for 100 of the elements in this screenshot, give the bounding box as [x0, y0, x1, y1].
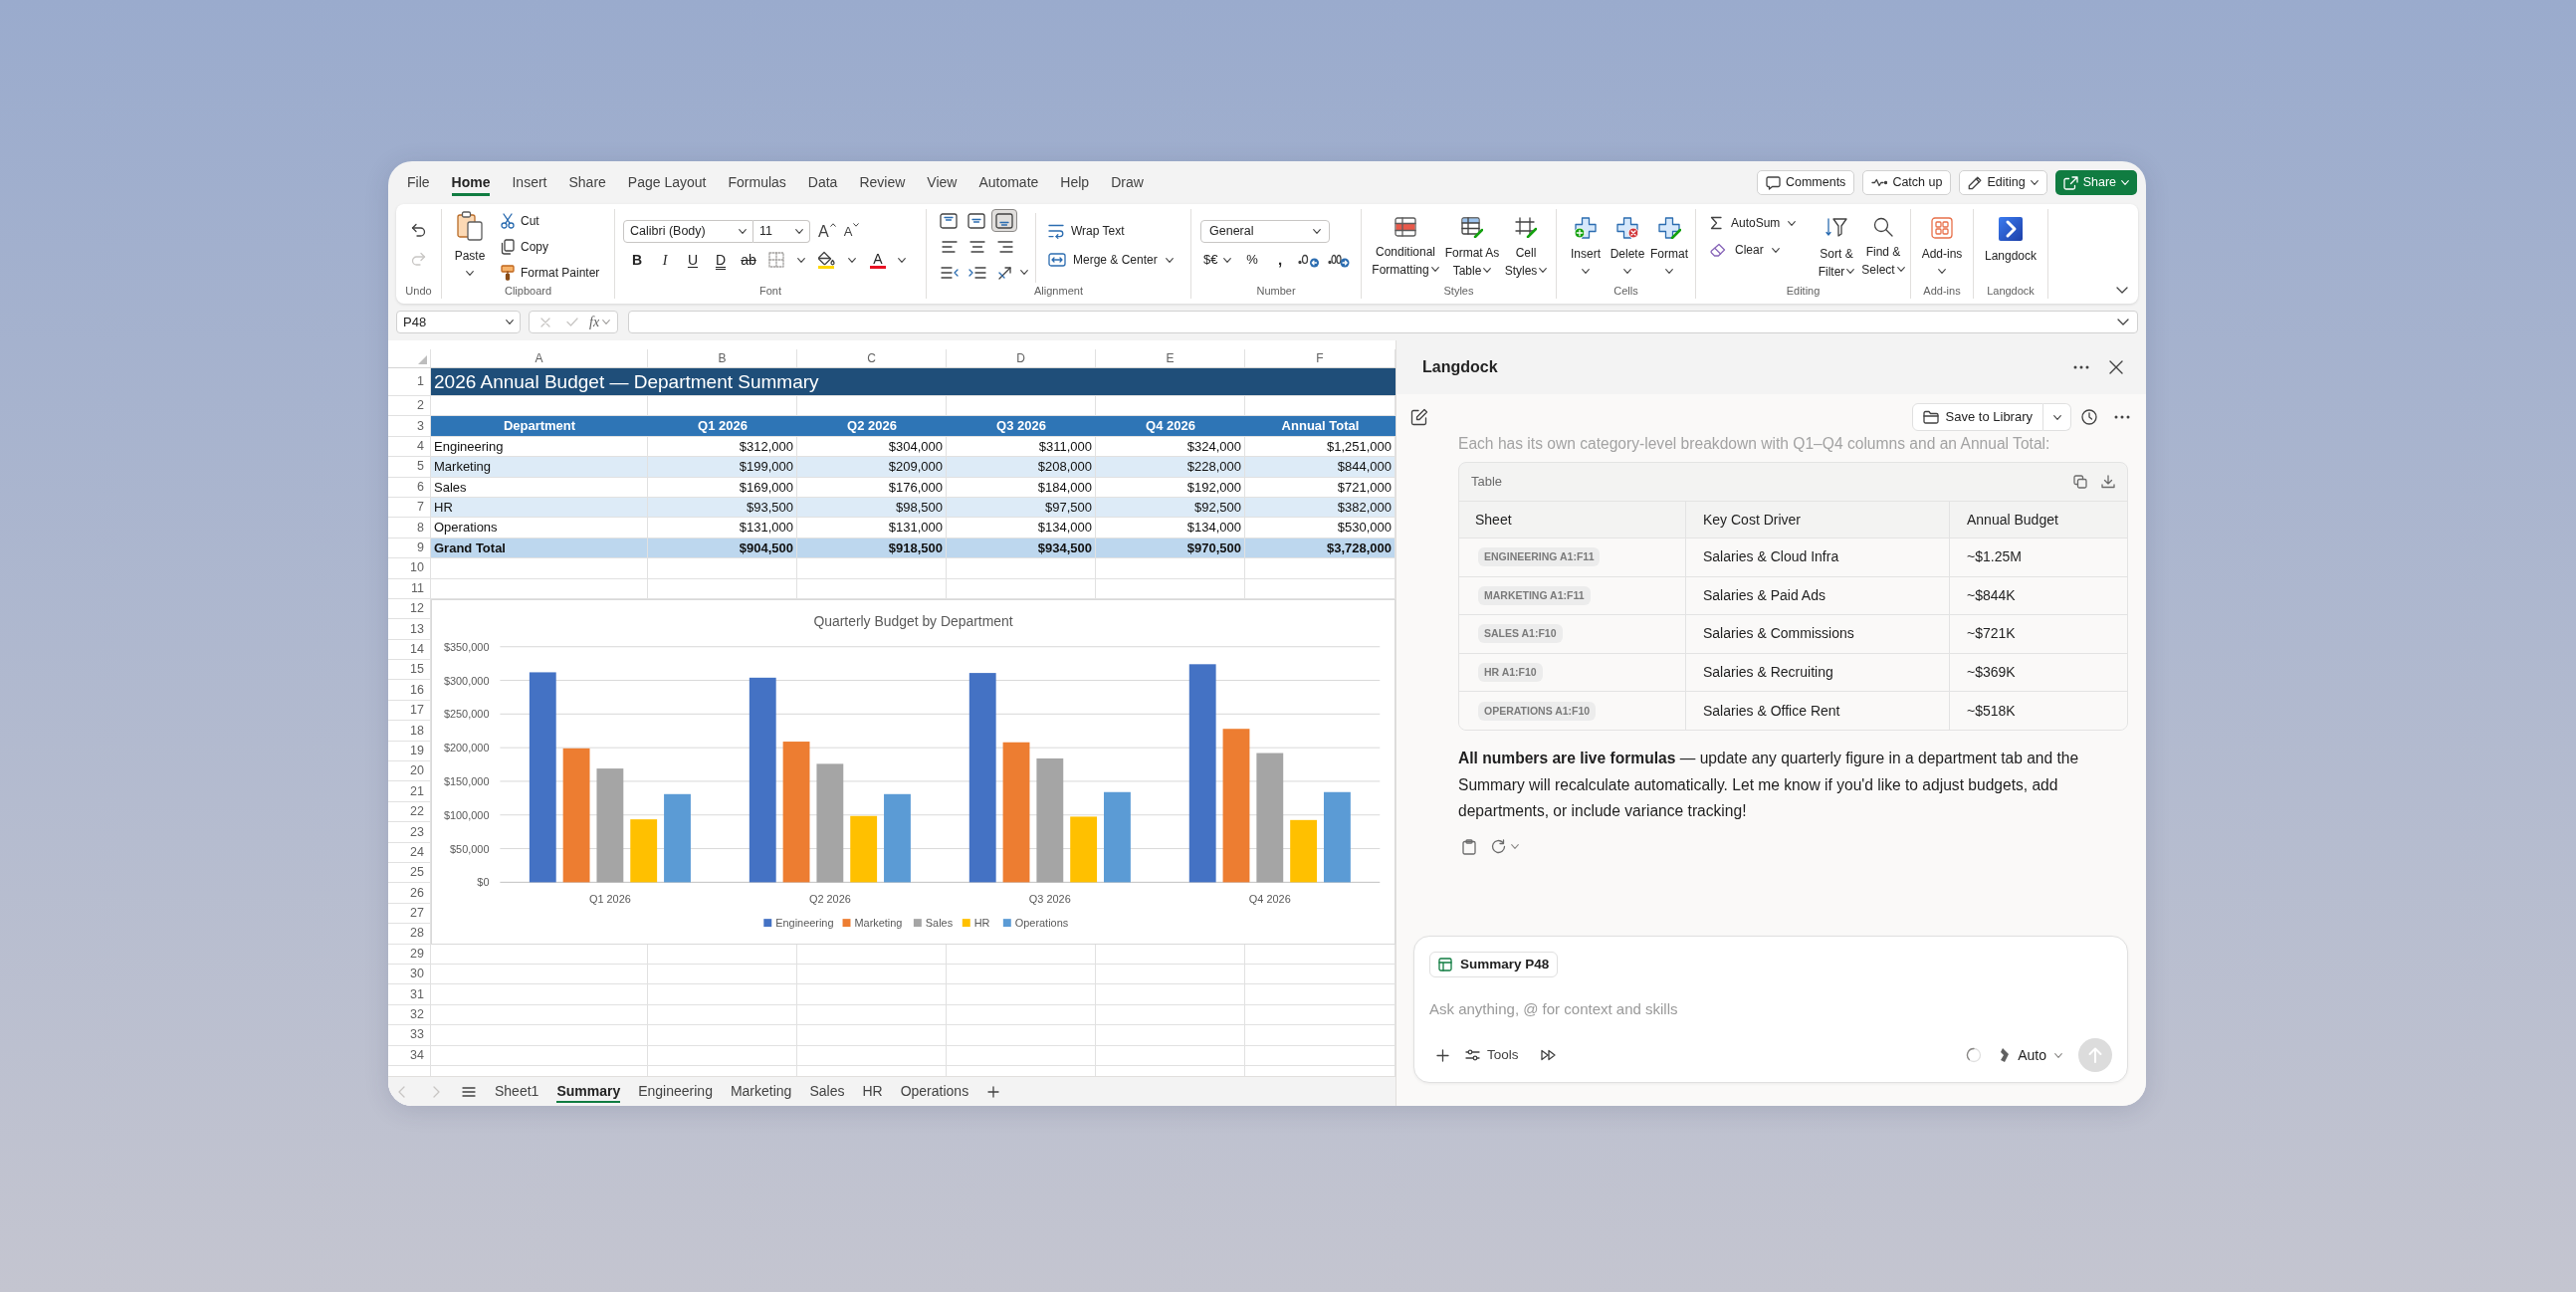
decrease-decimal-icon[interactable]	[1298, 252, 1320, 268]
clear-button[interactable]: Clear	[1710, 241, 1764, 259]
insert-function-button[interactable]: fx	[589, 314, 600, 330]
wrap-text-button[interactable]: Wrap Text	[1048, 222, 1174, 240]
ribbon-tab[interactable]: View	[927, 169, 958, 196]
chevron-down-icon	[1511, 844, 1519, 850]
font-color-button[interactable]: A	[870, 251, 886, 269]
editing-mode-button[interactable]: Editing	[1959, 170, 2047, 195]
grow-font-button[interactable]: A	[818, 222, 836, 241]
percent-style-button[interactable]: %	[1243, 251, 1261, 269]
ribbon-tab[interactable]: Page Layout	[627, 169, 707, 196]
outdent-icon[interactable]	[941, 266, 959, 279]
sheet-tab[interactable]: HR	[862, 1080, 883, 1103]
more-options-icon[interactable]	[2114, 415, 2130, 419]
column-header: Annual Budget	[1967, 510, 2058, 530]
underline-button[interactable]: U	[679, 251, 707, 269]
department-name: Engineering	[434, 437, 504, 456]
chevron-down-icon[interactable]	[2117, 319, 2129, 325]
align-bottom-button[interactable]	[991, 209, 1017, 232]
plus-icon[interactable]	[987, 1085, 1000, 1098]
sheet-tab[interactable]: Sheet1	[495, 1080, 539, 1103]
align-center-icon[interactable]	[969, 240, 985, 253]
strikethrough-button[interactable]: ab	[735, 251, 762, 269]
name-box[interactable]: P48	[396, 311, 521, 333]
edit-icon[interactable]	[1410, 408, 1428, 426]
ribbon-tab[interactable]: Formulas	[728, 169, 786, 196]
share-button[interactable]: Share	[2054, 170, 2137, 195]
close-icon[interactable]	[2109, 360, 2123, 374]
budget-value: $312,000	[739, 437, 793, 456]
ribbon-tab[interactable]: Help	[1060, 169, 1090, 196]
comma-style-button[interactable]: ,	[1274, 251, 1286, 269]
cell-styles-button[interactable]: Cell Styles	[1502, 209, 1550, 279]
row-number: 7	[417, 499, 424, 517]
autosum-button[interactable]: AutoSum	[1710, 214, 1781, 232]
bar	[630, 819, 658, 883]
merge-center-button[interactable]: Merge & Center	[1048, 251, 1158, 269]
tools-button[interactable]: Tools	[1465, 1044, 1519, 1066]
chevron-down-icon[interactable]	[2116, 287, 2128, 294]
save-to-library-button[interactable]: Save to Library	[1911, 403, 2043, 431]
sort-filter-button[interactable]: Sort & Filter	[1813, 209, 1860, 280]
sheet-tab[interactable]: Operations	[900, 1080, 969, 1103]
align-left-icon[interactable]	[942, 240, 958, 253]
sheet-tab[interactable]: Engineering	[638, 1080, 713, 1103]
number-format-dropdown[interactable]: General	[1200, 220, 1330, 243]
paste-button[interactable]: Paste	[450, 209, 490, 282]
menu-icon[interactable]	[462, 1086, 476, 1097]
ribbon-tab[interactable]: Share	[568, 169, 606, 196]
sheet-tab[interactable]: Sales	[809, 1080, 845, 1103]
more-options-icon[interactable]	[2073, 365, 2089, 369]
delete-cells-button[interactable]: Delete	[1607, 209, 1648, 280]
plus-icon[interactable]	[1436, 1048, 1449, 1062]
sheet-tab[interactable]: Summary	[556, 1080, 621, 1103]
copy-icon[interactable]	[2073, 475, 2087, 489]
ribbon-tab[interactable]: Automate	[978, 169, 1039, 196]
model-selector[interactable]: Auto	[2000, 1044, 2062, 1066]
bar	[850, 815, 878, 883]
italic-button[interactable]: I	[651, 251, 679, 269]
row-number: 32	[410, 1006, 424, 1024]
fast-forward-icon[interactable]	[1540, 1049, 1556, 1061]
format-cells-button[interactable]: Format	[1648, 209, 1690, 280]
undo-icon[interactable]	[411, 223, 426, 237]
ribbon-tab[interactable]: Data	[807, 169, 838, 196]
shrink-font-button[interactable]: A	[843, 222, 860, 241]
align-right-icon[interactable]	[997, 240, 1013, 253]
format-painter-button[interactable]: Format Painter	[501, 264, 600, 282]
bold-button[interactable]: B	[623, 251, 651, 269]
double-underline-button[interactable]: D	[707, 251, 735, 269]
chevron-down-icon	[1313, 229, 1321, 234]
copy-button[interactable]: Copy	[501, 238, 600, 256]
clock-icon[interactable]	[2081, 409, 2097, 425]
clipboard-icon[interactable]	[1462, 838, 1476, 855]
comments-button[interactable]: Comments	[1756, 170, 1855, 195]
ribbon-tab[interactable]: Draw	[1111, 169, 1144, 196]
ribbon-tab[interactable]: Insert	[512, 169, 547, 196]
sheet-tab[interactable]: Marketing	[730, 1080, 792, 1103]
ribbon-tab[interactable]: Review	[859, 169, 906, 196]
indent-icon[interactable]	[968, 266, 986, 279]
cut-button[interactable]: Cut	[501, 212, 600, 230]
currency-format-button[interactable]: $€	[1200, 251, 1221, 269]
increase-decimal-icon[interactable]	[1328, 252, 1350, 268]
format-as-table-button[interactable]: Format As Table	[1442, 209, 1502, 279]
formula-input[interactable]	[628, 311, 2138, 333]
conditional-formatting-button[interactable]: Conditional Formatting	[1369, 209, 1442, 279]
font-size-dropdown[interactable]: 11	[753, 220, 810, 243]
context-chip[interactable]: Summary P48	[1429, 952, 1559, 977]
refresh-icon[interactable]	[1491, 839, 1506, 855]
catch-up-button[interactable]: Catch up	[1862, 170, 1952, 195]
diagonal-arrow-icon[interactable]	[997, 264, 1013, 281]
message-input[interactable]: Ask anything, @ for context and skills	[1429, 995, 2112, 1021]
ribbon-tab[interactable]: Home	[451, 169, 491, 196]
paint-bucket-icon[interactable]	[817, 251, 835, 269]
langdock-button[interactable]: Langdock	[1976, 209, 2045, 265]
row-number: 12	[410, 600, 424, 618]
add-ins-button[interactable]: Add-ins	[1913, 209, 1971, 280]
find-select-button[interactable]: Find & Select	[1860, 209, 1906, 280]
chevron-down-icon	[1665, 269, 1673, 274]
font-name-dropdown[interactable]: Calibri (Body)	[623, 220, 753, 243]
download-icon[interactable]	[2101, 475, 2115, 489]
ribbon-tab[interactable]: File	[407, 169, 430, 196]
insert-cells-button[interactable]: Insert	[1565, 209, 1607, 280]
